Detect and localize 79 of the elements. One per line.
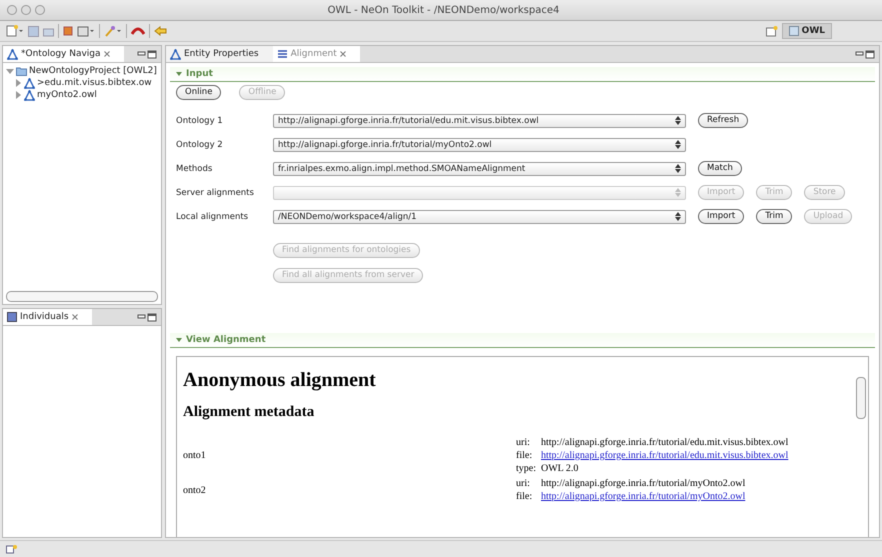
tab-label: *Ontology Naviga <box>21 49 101 59</box>
vertical-scrollbar[interactable] <box>856 377 866 419</box>
spinner-arrows-icon <box>675 188 681 197</box>
field-key: file: <box>516 450 541 461</box>
expand-icon[interactable] <box>14 91 22 99</box>
spinner-arrows-icon <box>675 212 681 221</box>
zoom-button[interactable] <box>35 5 45 15</box>
project-folder-icon <box>16 66 27 76</box>
field-key: uri: <box>516 478 541 489</box>
dropdown[interactable]: fr.inrialpes.exmo.align.impl.method.SMOANameAlignment <box>273 162 686 176</box>
dropdown[interactable]: http://alignapi.gforge.inria.fr/tutorial/myOnto2.owl <box>273 138 686 152</box>
minimize-maximize-icons[interactable] <box>137 312 157 322</box>
tab-label: Individuals <box>20 312 69 322</box>
ontology-icon <box>24 78 35 88</box>
close-button[interactable] <box>7 5 17 15</box>
fast-view-icon[interactable] <box>6 544 18 554</box>
arrow-icon[interactable] <box>154 26 167 36</box>
alignment-icon <box>276 49 288 59</box>
close-tab-icon[interactable] <box>104 51 110 57</box>
horizontal-scrollbar[interactable] <box>6 291 158 302</box>
minimize-button[interactable] <box>21 5 31 15</box>
spinner-arrows-icon <box>675 116 681 125</box>
undo-icon[interactable] <box>131 26 145 36</box>
ontology-icon <box>170 48 181 60</box>
field-value: OWL 2.0 <box>541 463 578 474</box>
ontology-name: onto1 <box>183 450 207 461</box>
tree-item[interactable]: myOnto2.owl <box>37 90 97 100</box>
button[interactable]: Match <box>698 161 742 176</box>
button[interactable]: Online <box>176 85 222 100</box>
minimize-maximize-icons[interactable] <box>855 50 875 58</box>
ontology-icon <box>24 90 35 100</box>
expand-icon[interactable] <box>14 79 22 87</box>
field-key: type: <box>516 463 541 474</box>
button[interactable]: Trim <box>756 209 792 224</box>
wand-icon[interactable] <box>104 25 122 37</box>
dropdown[interactable]: http://alignapi.gforge.inria.fr/tutorial/edu.mit.visus.bibtex.owl <box>273 114 686 128</box>
minimize-maximize-icons[interactable] <box>137 50 157 58</box>
field-value: http://alignapi.gforge.inria.fr/tutorial/edu.mit.visus.bibtex.owl <box>541 437 788 448</box>
field-label: Methods <box>176 164 214 174</box>
button[interactable]: Import <box>698 209 744 224</box>
new-file-icon[interactable] <box>6 25 24 37</box>
expanded-caret-icon <box>176 337 182 343</box>
file-link[interactable]: http://alignapi.gforge.inria.fr/tutorial/myOnto2.owl <box>541 491 746 502</box>
close-tab-icon[interactable] <box>72 314 78 320</box>
spinner-arrows-icon <box>675 140 681 149</box>
tree-item[interactable]: NewOntologyProject [OWL2] <box>29 66 157 76</box>
editor-tab[interactable]: Entity Properties <box>166 46 273 62</box>
perspective-button[interactable]: OWL <box>782 23 832 39</box>
collapse-icon[interactable] <box>6 67 14 75</box>
close-tab-icon[interactable] <box>340 51 346 57</box>
window-title: OWL - NeOn Toolkit - /NEONDemo/workspace4 <box>326 4 560 16</box>
section-header[interactable]: View Alignment <box>170 333 875 348</box>
view-tab[interactable]: *Ontology Naviga <box>3 46 124 62</box>
perspective-icon <box>788 26 799 36</box>
field-label: Ontology 1 <box>176 116 224 126</box>
field-label: Server alignments <box>176 188 255 198</box>
view-tab[interactable]: Individuals <box>3 309 92 325</box>
ontology-icon <box>7 48 18 60</box>
file-link[interactable]: http://alignapi.gforge.inria.fr/tutorial/edu.mit.visus.bibtex.owl <box>541 450 788 461</box>
individuals-icon <box>7 312 17 322</box>
field-value: http://alignapi.gforge.inria.fr/tutorial/myOnto2.owl <box>541 478 746 489</box>
field-label: Ontology 2 <box>176 140 224 150</box>
dropdown[interactable]: /NEONDemo/workspace4/align/1 <box>273 210 686 224</box>
stop-icon[interactable] <box>63 26 73 36</box>
expanded-caret-icon <box>176 71 182 77</box>
open-perspective-icon[interactable] <box>766 26 778 36</box>
section-header[interactable]: Input <box>170 67 875 82</box>
editor-tab[interactable]: Alignment <box>272 46 360 62</box>
print-icon[interactable] <box>43 26 54 36</box>
ontology-name: onto2 <box>183 484 207 496</box>
document-heading: Anonymous alignment <box>183 369 377 392</box>
section-heading: Alignment metadata <box>183 404 316 421</box>
field-key: uri: <box>516 437 541 448</box>
spinner-arrows-icon <box>675 164 681 173</box>
button[interactable]: Refresh <box>698 113 748 128</box>
field-key: file: <box>516 491 541 502</box>
field-label: Local alignments <box>176 212 250 222</box>
tree-item[interactable]: >edu.mit.visus.bibtex.ow <box>37 78 152 88</box>
save-icon[interactable] <box>28 26 39 36</box>
